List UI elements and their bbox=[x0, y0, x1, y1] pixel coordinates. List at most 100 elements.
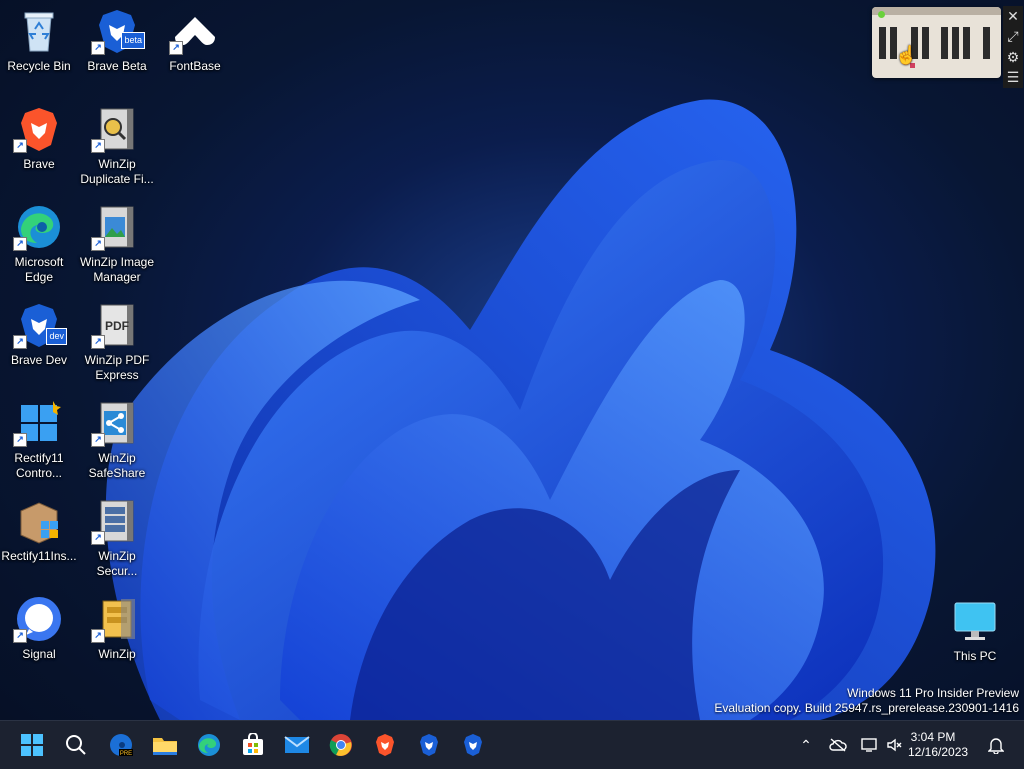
status-led-icon bbox=[878, 11, 885, 18]
desktop-icon-rectify11-installer[interactable]: Rectify11Ins... bbox=[0, 497, 78, 564]
this-pc-icon bbox=[951, 597, 999, 645]
taskbar-brave-dev[interactable] bbox=[457, 729, 489, 761]
taskbar-brave[interactable] bbox=[369, 729, 401, 761]
evaluation-watermark: Windows 11 Pro Insider Preview Evaluatio… bbox=[714, 686, 1019, 716]
desktop-icon-winzip-duplicate-finder[interactable]: ↗ WinZip Duplicate Fi... bbox=[78, 105, 156, 187]
show-hidden-icons-chevron-icon[interactable]: ⌃ bbox=[796, 735, 816, 755]
gear-icon[interactable]: ⚙ bbox=[1007, 49, 1020, 66]
desktop-icon-winzip-image-manager[interactable]: ↗ WinZip Image Manager bbox=[78, 203, 156, 285]
close-icon[interactable]: ✕ bbox=[1007, 8, 1019, 25]
brave-dev-icon bbox=[464, 734, 482, 756]
shortcut-arrow-icon: ↗ bbox=[13, 139, 27, 153]
volume-muted-icon[interactable] bbox=[885, 735, 905, 755]
start-button[interactable] bbox=[16, 729, 48, 761]
piano-black-key[interactable] bbox=[922, 27, 929, 59]
desktop-icon-label: WinZip PDF Express bbox=[84, 353, 150, 382]
desktop-icon-recycle-bin[interactable]: Recycle Bin bbox=[0, 7, 78, 74]
edge-icon: ↗ bbox=[13, 203, 63, 251]
winzip-secure-backup-icon: ↗ bbox=[91, 497, 141, 545]
taskbar-brave-beta[interactable] bbox=[413, 729, 445, 761]
desktop-icon-label: Brave Dev bbox=[10, 353, 68, 367]
taskbar-edge-beta[interactable]: PRE bbox=[105, 729, 137, 761]
desktop-icon-winzip-pdf-express[interactable]: PDF ↗ WinZip PDF Express bbox=[78, 301, 156, 383]
edge-beta-icon: PRE bbox=[110, 734, 133, 757]
desktop-icon-label: FontBase bbox=[169, 59, 221, 73]
chrome-icon bbox=[329, 734, 352, 756]
desktop-icon-rectify11-control[interactable]: ↗ Rectify11 Contro... bbox=[0, 399, 78, 481]
brave-icon: ↗ bbox=[13, 105, 63, 153]
rectify11-control-icon: ↗ bbox=[13, 399, 63, 447]
shortcut-arrow-icon: ↗ bbox=[91, 41, 105, 55]
watermark-line: Windows 11 Pro Insider Preview bbox=[847, 686, 1019, 700]
taskbar: PRE ⌃ 3:04 PM 12/16/2023 bbox=[0, 720, 1024, 769]
menu-icon[interactable]: ☰ bbox=[1007, 69, 1020, 86]
brave-beta-icon: beta ↗ bbox=[91, 7, 145, 55]
widget-side-controls: ✕ ⤢ ⚙ ☰ bbox=[1003, 6, 1023, 88]
taskbar-clock[interactable]: 3:04 PM 12/16/2023 bbox=[908, 730, 969, 760]
mail-icon bbox=[284, 736, 310, 753]
start-icon bbox=[21, 734, 43, 756]
shortcut-arrow-icon: ↗ bbox=[91, 531, 105, 545]
desktop-icon-signal[interactable]: ↗ Signal bbox=[0, 595, 78, 662]
piano-black-key[interactable] bbox=[963, 27, 970, 59]
badge: PDF bbox=[105, 319, 129, 333]
desktop-icon-label: Signal bbox=[22, 647, 56, 661]
edge-icon bbox=[198, 734, 220, 756]
taskbar-chrome[interactable] bbox=[325, 729, 357, 761]
shortcut-arrow-icon: ↗ bbox=[169, 41, 183, 55]
desktop-icon-brave-dev[interactable]: dev ↗ Brave Dev bbox=[0, 301, 78, 368]
shortcut-arrow-icon: ↗ bbox=[91, 237, 105, 251]
notification-bell-icon[interactable] bbox=[986, 735, 1006, 755]
file-explorer-icon bbox=[153, 738, 177, 755]
rectify11-installer-icon bbox=[15, 497, 63, 545]
winzip-safeshare-icon: ↗ bbox=[91, 399, 141, 447]
shortcut-arrow-icon: ↗ bbox=[91, 433, 105, 447]
microsoft-store-icon bbox=[243, 733, 263, 755]
desktop-icon-microsoft-edge[interactable]: ↗ Microsoft Edge bbox=[0, 203, 78, 285]
search-button[interactable] bbox=[60, 729, 92, 761]
winzip-icon: ↗ bbox=[91, 595, 141, 643]
piano-widget[interactable]: ☝ bbox=[872, 7, 1001, 78]
desktop-icon-label: WinZip SafeShare bbox=[88, 451, 146, 480]
piano-black-key[interactable] bbox=[941, 27, 948, 59]
clock-date: 12/16/2023 bbox=[908, 745, 969, 759]
winzip-image-manager-icon: ↗ bbox=[91, 203, 141, 251]
piano-widget-titlebar[interactable] bbox=[872, 7, 1001, 18]
shortcut-arrow-icon: ↗ bbox=[13, 335, 27, 349]
recycle-bin-icon bbox=[15, 7, 63, 55]
piano-black-key[interactable] bbox=[952, 27, 959, 59]
piano-black-key[interactable] bbox=[879, 27, 886, 59]
svg-text:PRE: PRE bbox=[120, 751, 132, 757]
desktop-icon-winzip[interactable]: ↗ WinZip bbox=[78, 595, 156, 662]
onedrive-offline-icon[interactable] bbox=[828, 735, 848, 755]
desktop-icon-label: WinZip Secur... bbox=[96, 549, 138, 578]
hand-cursor-icon: ☝ bbox=[895, 45, 918, 65]
taskbar-mail[interactable] bbox=[281, 729, 313, 761]
taskbar-edge[interactable] bbox=[193, 729, 225, 761]
desktop-icon-fontbase[interactable]: ↗ FontBase bbox=[156, 7, 234, 74]
taskbar-microsoft-store[interactable] bbox=[237, 729, 269, 761]
shortcut-arrow-icon: ↗ bbox=[91, 139, 105, 153]
shortcut-arrow-icon: ↗ bbox=[91, 335, 105, 349]
desktop-icon-this-pc[interactable]: This PC bbox=[936, 597, 1014, 664]
desktop-icon-label: Rectify11Ins... bbox=[1, 549, 77, 563]
desktop-icon-winzip-secure-backup[interactable]: ↗ WinZip Secur... bbox=[78, 497, 156, 579]
shortcut-arrow-icon: ↗ bbox=[13, 433, 27, 447]
desktop-icon-label: Microsoft Edge bbox=[14, 255, 64, 284]
desktop-icon-brave[interactable]: ↗ Brave bbox=[0, 105, 78, 172]
signal-icon: ↗ bbox=[13, 595, 63, 643]
desktop-icon-label: Rectify11 Contro... bbox=[14, 451, 64, 480]
shortcut-arrow-icon: ↗ bbox=[13, 629, 27, 643]
desktop-icon-brave-beta[interactable]: beta ↗ Brave Beta bbox=[78, 7, 156, 74]
desktop-icon-label: Brave Beta bbox=[87, 59, 147, 73]
piano-black-key[interactable] bbox=[983, 27, 990, 59]
fontbase-icon: ↗ bbox=[169, 7, 219, 55]
expand-icon[interactable]: ⤢ bbox=[1007, 28, 1018, 45]
brave-icon bbox=[376, 734, 394, 756]
network-icon[interactable] bbox=[860, 735, 880, 755]
taskbar-file-explorer[interactable] bbox=[149, 729, 181, 761]
desktop-icon-winzip-safeshare[interactable]: ↗ WinZip SafeShare bbox=[78, 399, 156, 481]
clock-time: 3:04 PM bbox=[910, 730, 956, 744]
desktop-icon-label: Brave bbox=[23, 157, 55, 171]
desktop-icon-label: Recycle Bin bbox=[7, 59, 71, 73]
